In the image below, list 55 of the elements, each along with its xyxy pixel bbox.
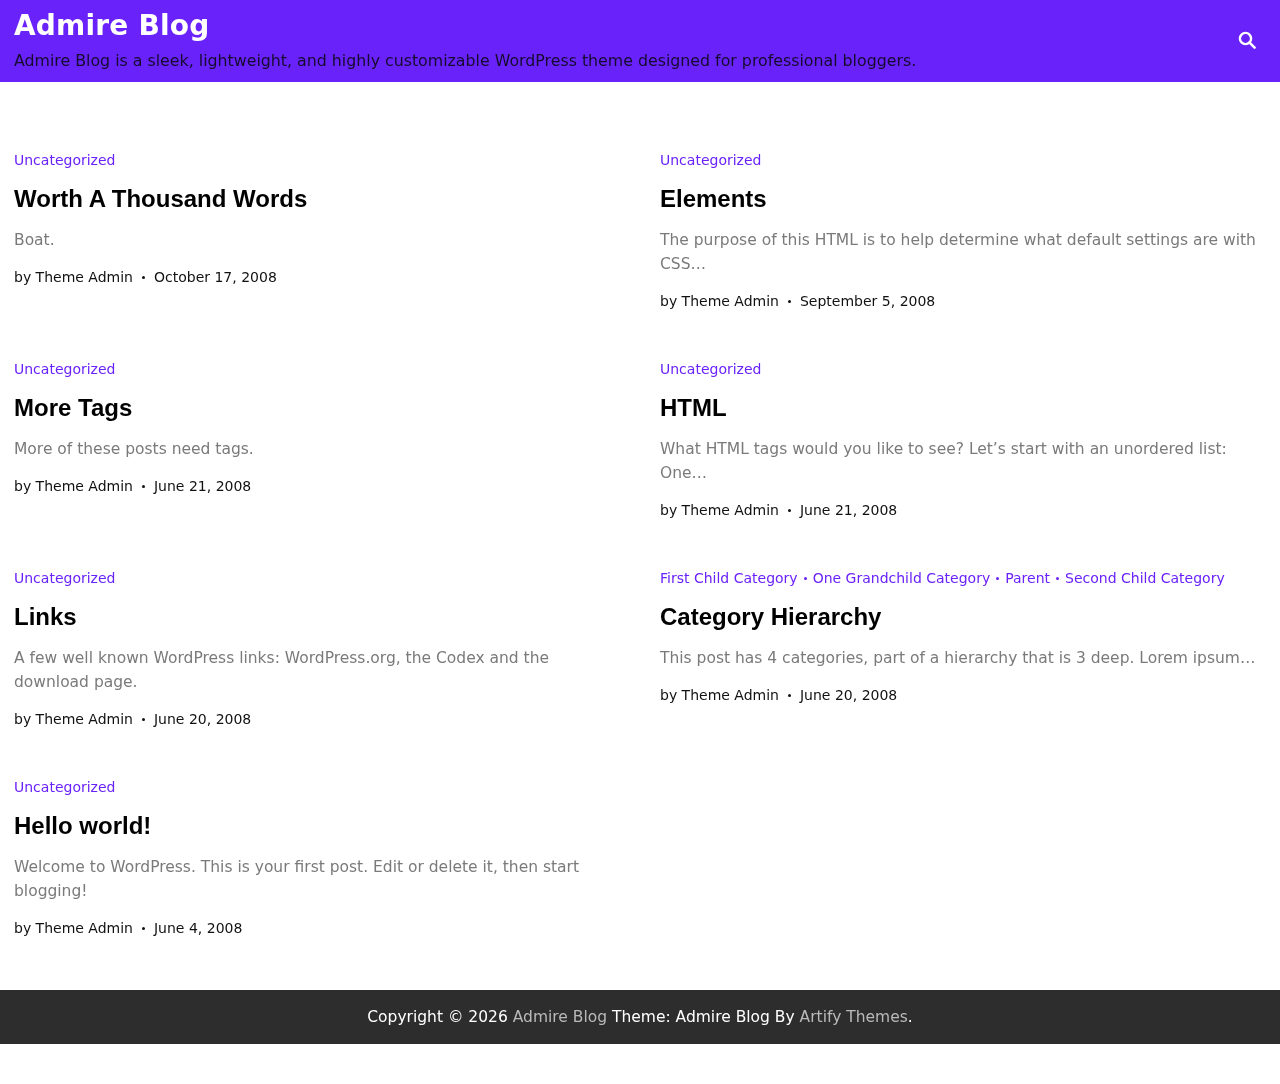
separator-dot-icon — [788, 508, 791, 512]
category-link[interactable]: Uncategorized — [14, 777, 116, 797]
search-button[interactable] — [1238, 30, 1256, 49]
separator-dot-icon — [996, 576, 1000, 580]
separator-dot-icon — [142, 926, 145, 930]
post-excerpt: A few well known WordPress links: WordPress.org, the Codex and the download page. — [14, 648, 551, 693]
category-link[interactable]: Parent — [1005, 568, 1050, 588]
post-title-link[interactable]: Category Hierarchy — [660, 602, 882, 632]
post-title-link[interactable]: Hello world! — [14, 811, 152, 841]
author-link[interactable]: by Theme Admin — [660, 500, 779, 520]
theme-author-link[interactable]: Artify Themes — [799, 1008, 908, 1026]
separator-dot-icon — [788, 693, 791, 697]
post-date-link[interactable]: June 20, 2008 — [800, 685, 898, 705]
copyright-text: Copyright © 2026 Admire Blog Theme: Admire Blog By Artify Themes. — [367, 1007, 913, 1028]
site-title-link[interactable]: Admire Blog — [14, 5, 210, 46]
post-date-link[interactable]: June 4, 2008 — [154, 918, 243, 938]
category-link[interactable]: Uncategorized — [660, 150, 762, 170]
post-excerpt: More of these posts need tags. — [14, 439, 254, 460]
author-link[interactable]: by Theme Admin — [660, 291, 779, 311]
separator-dot-icon — [142, 717, 145, 721]
author-link[interactable]: by Theme Admin — [14, 709, 133, 729]
post-title-link[interactable]: HTML — [660, 393, 727, 423]
author-link[interactable]: by Theme Admin — [14, 918, 133, 938]
separator-dot-icon — [803, 576, 807, 580]
separator-dot-icon — [142, 484, 145, 488]
post-date-link[interactable]: June 21, 2008 — [800, 500, 898, 520]
category-link[interactable]: One Grandchild Category — [812, 568, 991, 588]
category-link[interactable]: Uncategorized — [14, 150, 116, 170]
category-link[interactable]: Second Child Category — [1065, 568, 1225, 588]
site-link[interactable]: Admire Blog — [512, 1008, 608, 1026]
post-date-link[interactable]: June 20, 2008 — [154, 709, 252, 729]
post-title-link[interactable]: Links — [14, 602, 77, 632]
separator-dot-icon — [142, 275, 145, 279]
post-date-link[interactable]: June 21, 2008 — [154, 476, 252, 496]
author-link[interactable]: by Theme Admin — [660, 685, 779, 705]
category-link[interactable]: First Child Category — [660, 568, 798, 588]
post-excerpt: The purpose of this HTML is to help determine what default settings are with CSS… — [660, 230, 1257, 275]
author-link[interactable]: by Theme Admin — [14, 476, 133, 496]
category-link[interactable]: Uncategorized — [14, 568, 116, 588]
author-link[interactable]: by Theme Admin — [14, 267, 133, 287]
post-title-link[interactable]: Elements — [660, 184, 767, 214]
post-date-link[interactable]: October 17, 2008 — [154, 267, 277, 287]
category-link[interactable]: Uncategorized — [660, 359, 762, 379]
post-excerpt: Welcome to WordPress. This is your first post. Edit or delete it, then start blogging! — [14, 857, 581, 902]
post-excerpt: What HTML tags would you like to see? Let’s start with an unordered list: One… — [660, 439, 1228, 484]
post-excerpt: Boat. — [14, 230, 55, 251]
post-date-link[interactable]: September 5, 2008 — [800, 291, 936, 311]
post-excerpt: This post has 4 categories, part of a hierarchy that is 3 deep. Lorem ipsum… — [660, 648, 1256, 669]
site-tagline: Admire Blog is a sleek, lightweight, and highly customizable WordPress theme designed for professional bloggers. — [14, 49, 917, 72]
post-title-link[interactable]: Worth A Thousand Words — [14, 184, 308, 214]
search-icon — [1238, 30, 1256, 49]
category-link[interactable]: Uncategorized — [14, 359, 116, 379]
post-title-link[interactable]: More Tags — [14, 393, 133, 423]
separator-dot-icon — [788, 299, 791, 303]
separator-dot-icon — [1056, 576, 1059, 580]
